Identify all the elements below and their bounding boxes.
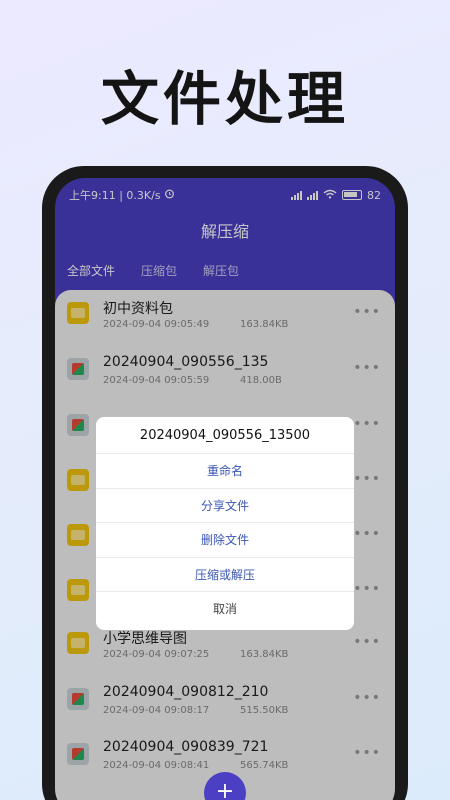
compress-extract-button[interactable]: 压缩或解压 (96, 558, 354, 592)
rename-button[interactable]: 重命名 (96, 454, 354, 489)
action-dialog: 20240904_090556_13500 重命名 分享文件 删除文件 压缩或解… (96, 417, 354, 630)
delete-file-button[interactable]: 删除文件 (96, 523, 354, 558)
cancel-button[interactable]: 取消 (96, 592, 354, 627)
share-file-button[interactable]: 分享文件 (96, 489, 354, 523)
dialog-title: 20240904_090556_13500 (96, 417, 354, 454)
headline: 文件处理 (100, 65, 349, 133)
